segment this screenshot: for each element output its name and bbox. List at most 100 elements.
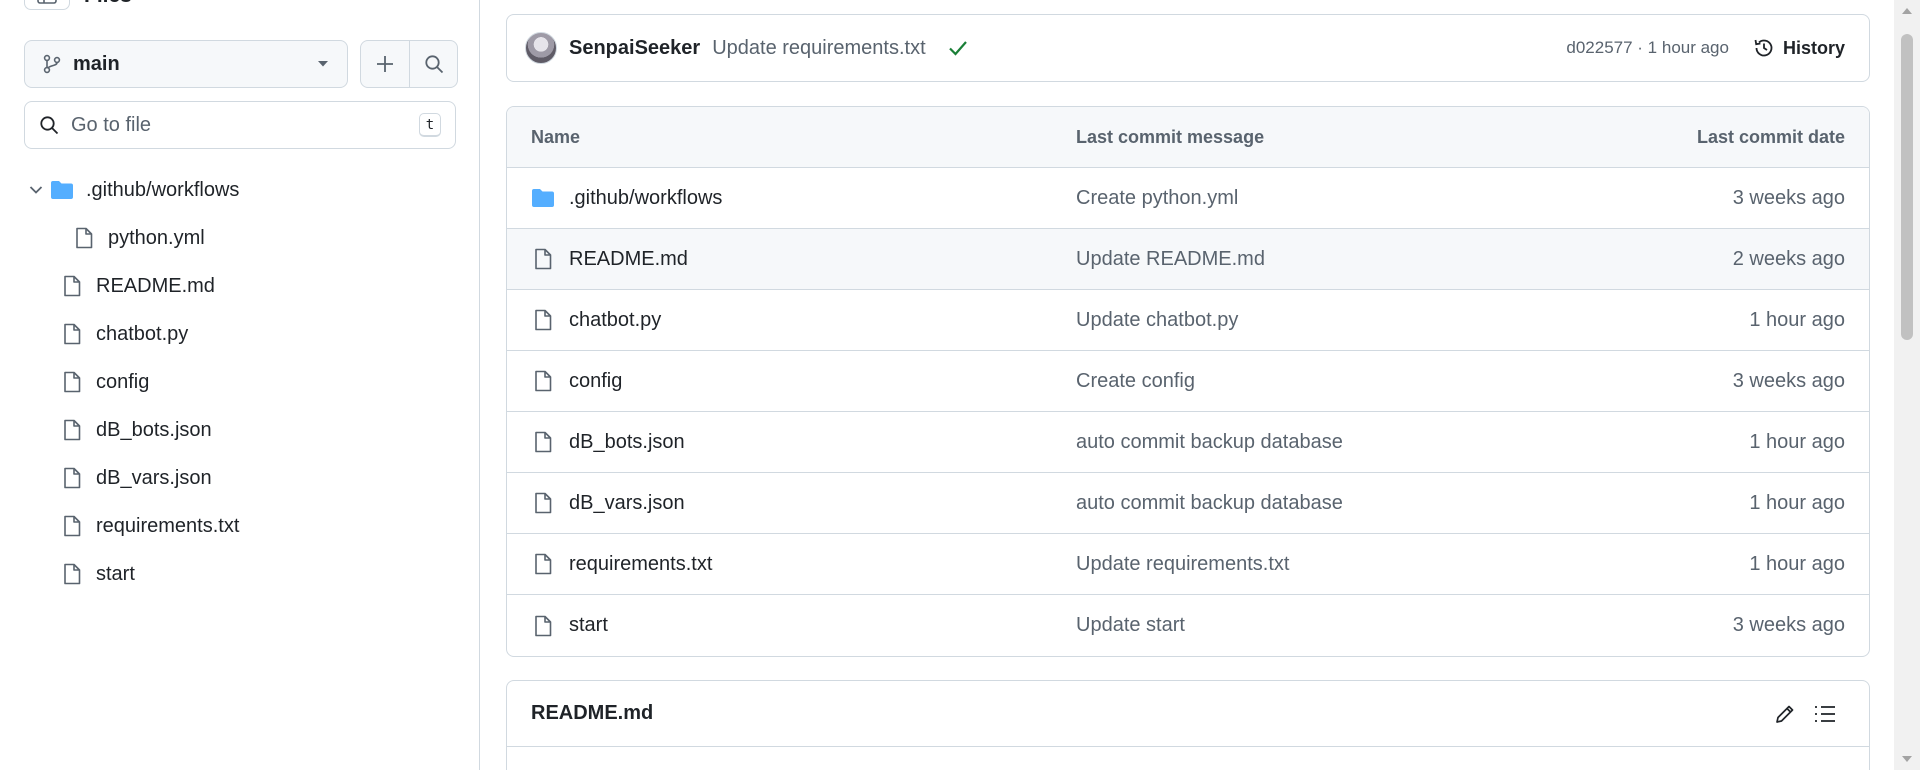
table-row[interactable]: .github/workflows Create python.yml 3 week…: [507, 168, 1869, 229]
tree-item-label: chatbot.py: [96, 322, 189, 345]
sidebar-header: Files: [24, 0, 132, 10]
commit-date: 3 weeks ago: [1732, 186, 1845, 209]
commit-message-link[interactable]: Create python.yml: [1076, 187, 1585, 210]
keyboard-shortcut-hint: t: [419, 113, 441, 137]
commit-message-link[interactable]: Update requirements.txt: [1076, 553, 1585, 576]
list-icon: [1815, 705, 1835, 722]
table-row[interactable]: README.md Update README.md 2 weeks ago: [507, 229, 1869, 290]
tree-item[interactable]: dB_bots.json: [0, 406, 479, 454]
file-icon: [58, 323, 86, 345]
tree-item-label: README.md: [96, 274, 215, 297]
file-icon: [531, 615, 555, 637]
branch-row: main: [24, 40, 458, 88]
pencil-icon: [1776, 705, 1794, 723]
file-icon: [531, 553, 555, 575]
table-row[interactable]: dB_bots.json auto commit backup database 1…: [507, 412, 1869, 473]
col-name: Name: [531, 126, 581, 147]
tree-item[interactable]: README.md: [0, 262, 479, 310]
folder-icon: [531, 188, 555, 208]
commit-date: 3 weeks ago: [1732, 369, 1845, 392]
file-name-cell: start: [531, 614, 1076, 637]
tree-item[interactable]: chatbot.py: [0, 310, 479, 358]
file-icon: [58, 371, 86, 393]
add-file-button[interactable]: [361, 41, 409, 87]
branch-selector[interactable]: main: [24, 40, 348, 88]
commit-message-link[interactable]: Create config: [1076, 370, 1585, 393]
commit-date: 2 weeks ago: [1732, 247, 1845, 270]
tree-item-label: start: [96, 562, 135, 585]
file-name-cell: dB_vars.json: [531, 492, 1076, 515]
commit-date: 3 weeks ago: [1732, 614, 1845, 636]
commit-message[interactable]: Update requirements.txt: [712, 37, 925, 60]
tree-item-label: config: [96, 370, 150, 393]
commit-message-link[interactable]: Update README.md: [1076, 248, 1585, 271]
search-icon: [40, 116, 59, 135]
table-row[interactable]: config Create config 3 weeks ago: [507, 351, 1869, 412]
commit-message-link[interactable]: Update start: [1076, 614, 1585, 637]
file-name-link[interactable]: .github/workflows: [569, 187, 722, 210]
file-table: Name Last commit message Last commit dat…: [506, 106, 1870, 657]
go-to-file-input[interactable]: Go to file t: [24, 101, 456, 149]
tree-item[interactable]: requirements.txt: [0, 502, 479, 550]
tree-item[interactable]: start: [0, 550, 479, 598]
file-name-link[interactable]: requirements.txt: [569, 553, 712, 576]
tree-item[interactable]: dB_vars.json: [0, 454, 479, 502]
caret-down-icon: [318, 61, 328, 67]
tree-item-label: python.yml: [108, 226, 205, 249]
file-name-link[interactable]: dB_bots.json: [569, 431, 685, 454]
history-button[interactable]: History: [1753, 37, 1845, 59]
history-icon: [1754, 39, 1773, 57]
file-tree-sidebar: Files main Go to file t .github/workflow…: [0, 0, 480, 770]
file-name-cell: .github/workflows: [531, 187, 1076, 210]
sidebar-title: Files: [84, 0, 132, 8]
tree-item-label: requirements.txt: [96, 514, 240, 537]
commit-sha-time[interactable]: d022577 · 1 hour ago: [1566, 38, 1729, 58]
page-scrollbar[interactable]: [1894, 0, 1920, 770]
commit-message-link[interactable]: auto commit backup database: [1076, 492, 1585, 515]
chevron-down-icon[interactable]: [24, 185, 48, 195]
file-name-link[interactable]: README.md: [569, 248, 688, 271]
tree-item[interactable]: python.yml: [0, 214, 479, 262]
commit-author[interactable]: SenpaiSeeker: [569, 37, 700, 60]
table-row[interactable]: dB_vars.json auto commit backup database 1…: [507, 473, 1869, 534]
latest-commit-bar: SenpaiSeeker Update requirements.txt d02…: [506, 14, 1870, 82]
check-icon[interactable]: [948, 40, 968, 56]
file-name-link[interactable]: dB_vars.json: [569, 492, 685, 515]
file-icon: [70, 227, 98, 249]
plus-icon: [377, 56, 393, 72]
search-code-button[interactable]: [409, 41, 457, 87]
outline-button[interactable]: [1805, 704, 1845, 724]
file-icon: [531, 370, 555, 392]
folder-icon: [48, 180, 76, 200]
go-to-file-placeholder: Go to file: [71, 113, 152, 136]
avatar[interactable]: [525, 32, 557, 64]
collapse-sidebar-button[interactable]: [24, 0, 70, 10]
commit-message-link[interactable]: Update chatbot.py: [1076, 309, 1585, 332]
col-commit-date: Last commit date: [1696, 126, 1845, 147]
scroll-down-arrow[interactable]: [1902, 756, 1912, 762]
file-name-cell: config: [531, 370, 1076, 393]
scroll-up-arrow[interactable]: [1902, 8, 1912, 14]
file-icon: [531, 492, 555, 514]
tree-item-label: dB_vars.json: [96, 466, 212, 489]
table-row[interactable]: start Update start 3 weeks ago: [507, 595, 1869, 656]
tree-item-label: .github/workflows: [86, 178, 240, 201]
commit-message-link[interactable]: auto commit backup database: [1076, 431, 1585, 454]
file-name-link[interactable]: chatbot.py: [569, 309, 661, 332]
table-row[interactable]: chatbot.py Update chatbot.py 1 hour ago: [507, 290, 1869, 351]
tree-item[interactable]: .github/workflows: [0, 166, 479, 214]
tree-item[interactable]: config: [0, 358, 479, 406]
sidebar-actions: [360, 40, 458, 88]
table-row[interactable]: requirements.txt Update requirements.txt 1…: [507, 534, 1869, 595]
scrollbar-thumb[interactable]: [1901, 34, 1913, 340]
file-name-cell: README.md: [531, 248, 1076, 271]
history-label: History: [1782, 37, 1845, 58]
readme-title[interactable]: README.md: [531, 702, 1765, 725]
file-name-link[interactable]: start: [569, 614, 608, 637]
col-commit-message: Last commit message: [1076, 126, 1265, 147]
file-name-cell: chatbot.py: [531, 309, 1076, 332]
edit-readme-button[interactable]: [1765, 703, 1805, 725]
file-name-cell: dB_bots.json: [531, 431, 1076, 454]
file-icon: [58, 275, 86, 297]
file-name-link[interactable]: config: [569, 370, 622, 393]
